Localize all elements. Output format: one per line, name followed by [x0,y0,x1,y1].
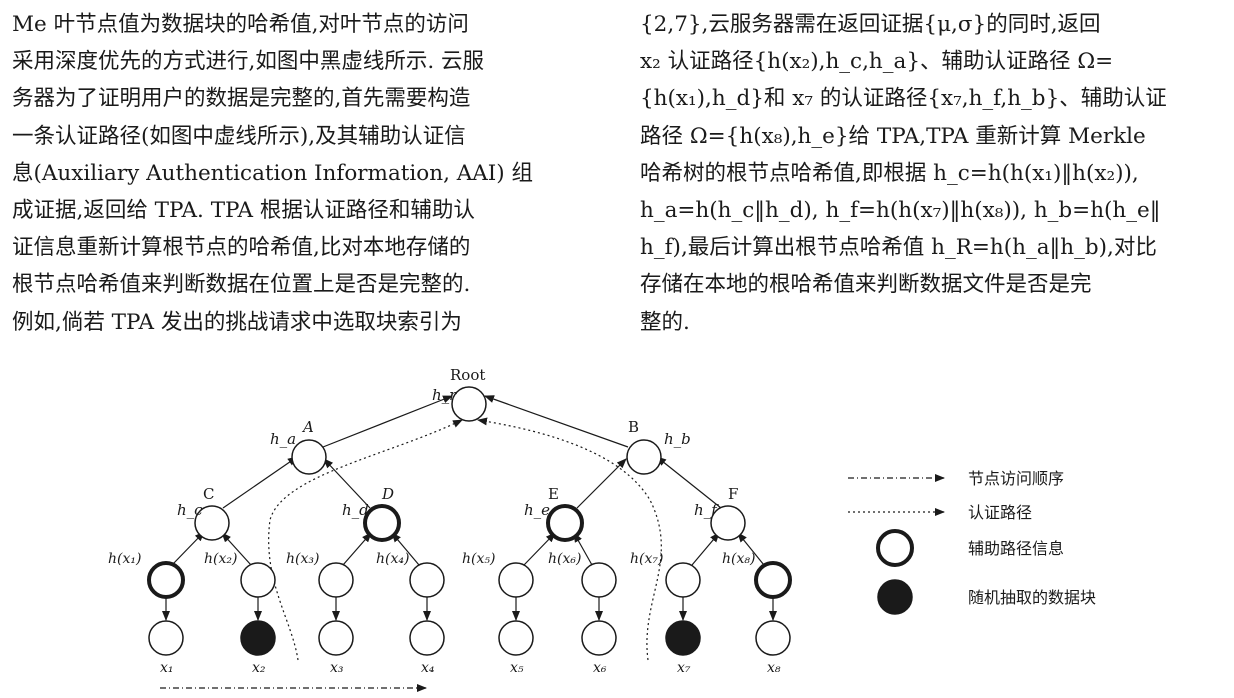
text-line: h_a=h(h_c‖h_d), h_f=h(h(x₇)‖h(x₈)), h_b=… [640,197,1161,223]
legend-auth-path-label: 认证路径 [968,503,1032,522]
leaf-hx6 [581,562,617,598]
node-e [546,504,584,542]
legend-aux-node [876,529,914,567]
text-line: 哈希树的根节点哈希值,即根据 h_c=h(h(x₁)‖h(x₂)), [640,160,1139,186]
text-line: 存储在本地的根哈希值来判断数据文件是否是完 [640,272,1092,298]
node-f-label: F [728,485,738,503]
root-hash-label: h_r [432,386,457,404]
block-x1-label: x₁ [160,660,174,676]
text-line: 息(Auxiliary Authentication Information, … [12,160,534,186]
leaf-hx3-label: h(x₃) [286,551,319,567]
legend-aux-label: 辅助路径信息 [968,539,1064,558]
leaf-hx8 [754,561,792,599]
leaf-hx8-label: h(x₈) [722,551,755,567]
block-x3-label: x₃ [330,660,344,676]
block-x6-label: x₆ [593,660,607,676]
legend-sampled-node [877,579,913,615]
text-line: h_f),最后计算出根节点哈希值 h_R=h(h_a‖h_b),对比 [640,235,1157,261]
block-x6 [581,620,617,656]
edge-b-root [484,395,629,448]
node-c-hash: h_c [177,501,203,519]
text-line: 证信息重新计算根节点的哈希值,比对本地存储的 [12,235,471,261]
leaf-hx7-label: h(x₇) [630,551,663,567]
node-a-label: A [301,418,314,436]
block-x3 [318,620,354,656]
merkle-tree-diagram: Root h_r A B C D E F h_a h_b h_c h_d h_e… [108,366,1096,692]
block-x2 [240,620,276,656]
leaf-hx5 [498,562,534,598]
text-line: 务器为了证明用户的数据是完整的,首先需要构造 [12,86,471,112]
block-x4 [409,620,445,656]
node-a-hash: h_a [270,430,296,448]
edge-hx7-f [691,532,720,566]
edge-e-b [576,458,627,509]
root-node [451,386,487,422]
text-line: 路径 Ω={h(x₈),h_e}给 TPA,TPA 重新计算 Merkle [640,123,1146,149]
leaf-hx1-label: h(x₁) [108,551,141,567]
leaf-hx2 [240,562,276,598]
text-line: x₂ 认证路径{h(x₂),h_c,h_a}、辅助认证路径 Ω= [640,49,1114,75]
text-line: 根节点哈希值来判断数据在位置上是否是完整的. [12,272,471,298]
block-x4-label: x₄ [421,660,435,676]
block-x8-label: x₈ [767,660,781,676]
leaf-hx3 [318,562,354,598]
leaf-hx2-label: h(x₂) [204,551,237,567]
legend-visit-order-label: 节点访问顺序 [968,469,1064,488]
legend-sampled-label: 随机抽取的数据块 [968,588,1096,607]
paragraph-right: {2,7},云服务器需在返回证据{μ,σ}的同时,返回 x₂ 认证路径{h(x₂… [640,6,1218,341]
node-b-label: B [628,418,639,436]
text-line: {2,7},云服务器需在返回证据{μ,σ}的同时,返回 [640,12,1101,37]
text-line: Me 叶节点值为数据块的哈希值,对叶节点的访问 [12,12,469,37]
root-label: Root [450,366,485,384]
node-b [626,439,662,475]
node-d-label: D [381,485,394,503]
block-x8 [755,620,791,656]
edge-hx3-d [342,532,372,566]
block-x1 [148,620,184,656]
block-x5 [498,620,534,656]
node-a [291,439,327,475]
node-b-hash: h_b [664,430,691,448]
text-line: {h(x₁),h_d}和 x₇ 的认证路径{x₇,h_f,h_b}、辅助认证 [640,86,1167,112]
text-line: 例如,倘若 TPA 发出的挑战请求中选取块索引为 [12,309,462,335]
node-d-hash: h_d [342,501,369,519]
legend: 节点访问顺序 认证路径 辅助路径信息 随机抽取的数据块 [848,469,1096,615]
block-x5-label: x₅ [510,660,524,676]
node-e-hash: h_e [524,501,550,519]
text-line: 成证据,返回给 TPA. TPA 根据认证路径和辅助认 [12,197,475,223]
edge-hx1-c [171,531,205,566]
leaf-hx6-label: h(x₆) [548,551,581,567]
text-line: 采用深度优先的方式进行,如图中黑虚线所示. 云服 [12,49,485,75]
edge-c-a [222,456,298,509]
block-x2-label: x₂ [252,660,266,676]
paragraph-left: Me 叶节点值为数据块的哈希值,对叶节点的访问 采用深度优先的方式进行,如图中黑… [12,6,586,341]
text-line: 整的. [640,309,690,335]
leaf-hx4-label: h(x₄) [376,551,409,567]
block-x7-label: x₇ [677,660,691,676]
text-line: 一条认证路径(如图中虚线所示),及其辅助认证信 [12,123,466,149]
node-f-hash: h_f [694,501,719,519]
leaf-hx1 [147,561,185,599]
leaf-hx4 [409,562,445,598]
leaf-hx7 [665,562,701,598]
block-x7 [665,620,701,656]
leaf-hx5-label: h(x₅) [462,551,495,567]
node-d [363,504,401,542]
node-c-label: C [203,485,214,503]
